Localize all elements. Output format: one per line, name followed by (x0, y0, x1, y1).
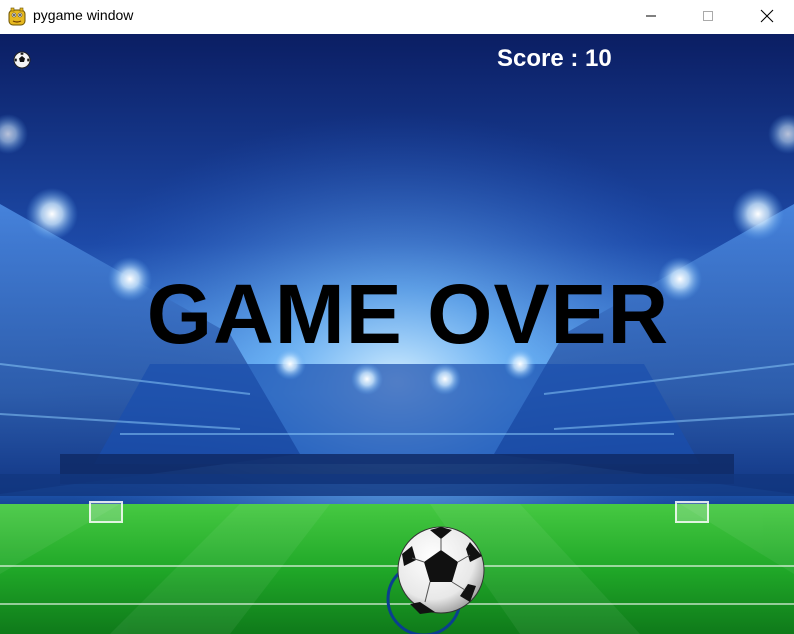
minimize-icon (646, 15, 656, 17)
pygame-window: pygame window Score: 10 GAME OVER (0, 0, 794, 634)
score-display: Score : 10 (497, 45, 612, 72)
maximize-icon (703, 11, 713, 21)
close-button[interactable] (744, 0, 790, 32)
soccer-ball (397, 526, 485, 614)
title-bar[interactable]: pygame window (0, 0, 794, 34)
game-canvas[interactable]: Score : 10 GAME OVER (0, 34, 794, 634)
soccer-ball-icon (13, 51, 31, 69)
minimize-button[interactable] (628, 0, 674, 32)
close-icon (760, 9, 774, 23)
window-title: pygame window (33, 7, 134, 23)
game-over-text: GAME OVER (146, 267, 670, 361)
pygame-snake-icon (8, 7, 26, 26)
maximize-button[interactable] (685, 0, 731, 32)
